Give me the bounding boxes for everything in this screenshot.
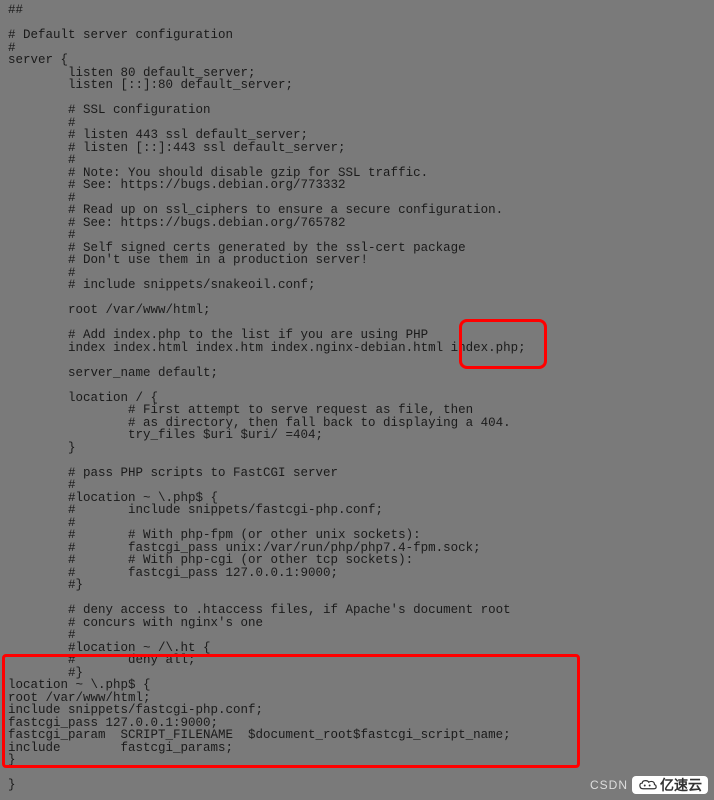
code-line: index index.html index.htm index.nginx-d… — [8, 342, 706, 355]
code-line: # — [8, 229, 706, 242]
watermark: CSDN 亿速云 — [590, 776, 708, 794]
code-line: # — [8, 42, 706, 55]
code-line: # — [8, 629, 706, 642]
code-line: include fastcgi_params; — [8, 742, 706, 755]
code-line: # Add index.php to the list if you are u… — [8, 329, 706, 342]
code-line: # listen 443 ssl default_server; — [8, 129, 706, 142]
code-line: # deny all; — [8, 654, 706, 667]
code-line: server { — [8, 54, 706, 67]
code-line: # — [8, 154, 706, 167]
code-line: } — [8, 442, 706, 455]
watermark-brand-text: 亿速云 — [660, 778, 702, 792]
code-line — [8, 379, 706, 392]
code-line: # — [8, 479, 706, 492]
code-line — [8, 354, 706, 367]
code-line: # deny access to .htaccess files, if Apa… — [8, 604, 706, 617]
code-line: # First attempt to serve request as file… — [8, 404, 706, 417]
code-line: } — [8, 754, 706, 767]
code-line: # concurs with nginx's one — [8, 617, 706, 630]
code-line: root /var/www/html; — [8, 304, 706, 317]
code-line: location ~ \.php$ { — [8, 679, 706, 692]
code-line: # pass PHP scripts to FastCGI server — [8, 467, 706, 480]
code-line: # SSL configuration — [8, 104, 706, 117]
code-line: # # With php-cgi (or other tcp sockets): — [8, 554, 706, 567]
code-line: fastcgi_param SCRIPT_FILENAME $document_… — [8, 729, 706, 742]
code-line: # include snippets/fastcgi-php.conf; — [8, 504, 706, 517]
code-line: # include snippets/snakeoil.conf; — [8, 279, 706, 292]
code-line: include snippets/fastcgi-php.conf; — [8, 704, 706, 717]
code-line: listen [::]:80 default_server; — [8, 79, 706, 92]
code-line: # Read up on ssl_ciphers to ensure a sec… — [8, 204, 706, 217]
code-line: # See: https://bugs.debian.org/765782 — [8, 217, 706, 230]
code-line: ## — [8, 4, 706, 17]
code-line: #} — [8, 579, 706, 592]
watermark-brand-logo: 亿速云 — [632, 776, 708, 794]
code-line: # fastcgi_pass 127.0.0.1:9000; — [8, 567, 706, 580]
code-line: try_files $uri $uri/ =404; — [8, 429, 706, 442]
code-line: # See: https://bugs.debian.org/773332 — [8, 179, 706, 192]
code-line: # Default server configuration — [8, 29, 706, 42]
code-line: # Don't use them in a production server! — [8, 254, 706, 267]
code-line: server_name default; — [8, 367, 706, 380]
code-line — [8, 454, 706, 467]
watermark-csdn: CSDN — [590, 779, 628, 791]
code-line: # # With php-fpm (or other unix sockets)… — [8, 529, 706, 542]
code-editor: ## # Default server configuration#server… — [0, 0, 714, 796]
code-line: # listen [::]:443 ssl default_server; — [8, 142, 706, 155]
cloud-icon — [638, 779, 658, 791]
